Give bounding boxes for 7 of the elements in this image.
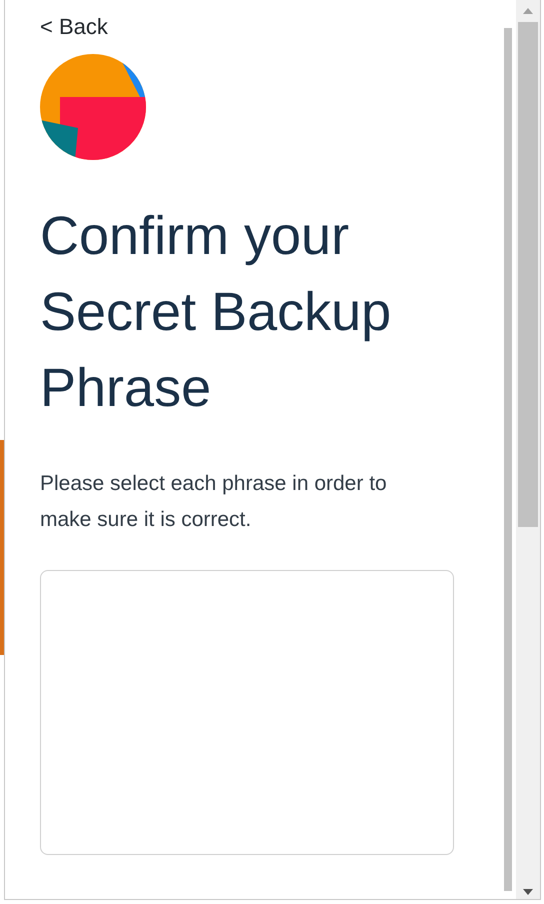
page-title: Confirm your Secret Backup Phrase xyxy=(40,205,392,420)
back-link[interactable]: < Back xyxy=(40,14,108,40)
scroll-down-icon[interactable] xyxy=(523,889,533,895)
scrollbar[interactable] xyxy=(516,0,540,899)
instructions-text: Please select each phrase in order to make sure it is correct. xyxy=(40,471,388,533)
scroll-up-icon[interactable] xyxy=(523,8,533,14)
scrollbar[interactable] xyxy=(504,28,512,891)
